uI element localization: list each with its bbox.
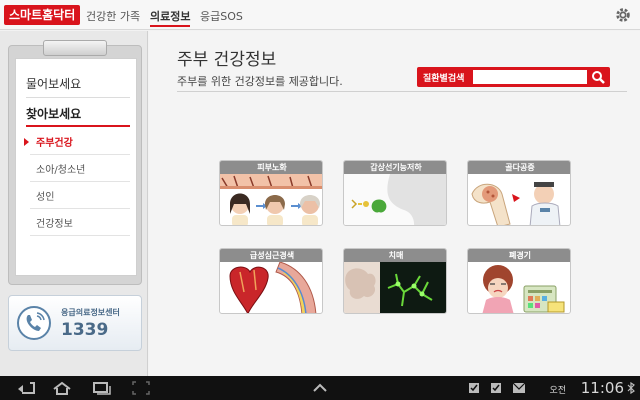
submenu-divider [30, 208, 130, 209]
search-input[interactable] [473, 70, 587, 84]
submenu-divider [30, 154, 130, 155]
menu-active-underline [26, 125, 130, 127]
brand-logo[interactable]: 스마트홈닥터 [4, 5, 81, 25]
card-hypothyroidism[interactable]: 갑상선기능저하 [343, 160, 447, 226]
nav-medical-info[interactable]: 의료정보 [150, 8, 191, 27]
page-subtitle: 주부를 위한 건강정보를 제공합니다. [177, 75, 343, 88]
card-dementia[interactable]: 치매 [343, 248, 447, 314]
notification-check-icon [491, 383, 501, 393]
chevron-up-icon[interactable] [312, 382, 328, 394]
card-title: 치매 [344, 249, 446, 262]
screenshot-icon[interactable] [132, 381, 150, 395]
menu-clipboard: 물어보세요 찾아보세요 주부건강 소아/청소년 성인 건강정보 [8, 40, 142, 285]
thyroid-illustration [344, 174, 446, 225]
submenu-adults[interactable]: 성인 [36, 188, 54, 203]
emergency-hotline[interactable]: 응급의료정보센터 1339 [8, 295, 142, 351]
hotline-label: 응급의료정보센터 [61, 308, 120, 317]
top-navigation: 스마트홈닥터 건강한 가족 의료정보 응급SOS [0, 0, 640, 30]
submenu-kids-teens[interactable]: 소아/청소년 [36, 161, 85, 176]
mail-icon [512, 382, 526, 393]
time-period: 오전 [549, 386, 566, 396]
card-skin-aging[interactable]: 피부노화 [219, 160, 323, 226]
clip-decoration [43, 40, 107, 56]
card-osteoporosis[interactable]: 골다공증 [467, 160, 571, 226]
page-title: 주부 건강정보 [177, 50, 277, 70]
submenu-housewife-health[interactable]: 주부건강 [36, 134, 73, 149]
search-label: 질환별검색 [423, 74, 465, 84]
submenu-divider [30, 181, 130, 182]
menu-ask[interactable]: 물어보세요 [26, 75, 81, 92]
menu-search[interactable]: 찾아보세요 [26, 105, 81, 122]
card-title: 급성심근경색 [220, 249, 322, 262]
submenu-health-info[interactable]: 건강정보 [36, 215, 73, 230]
card-title: 갑상선기능저하 [344, 161, 446, 174]
system-navigation-bar: 오전 11:06 [0, 376, 640, 400]
card-title: 폐경기 [468, 249, 570, 262]
phone-icon [17, 306, 51, 340]
title-divider [177, 91, 627, 92]
card-myocardial-infarction[interactable]: 급성심근경색 [219, 248, 323, 314]
nav-emergency-sos[interactable]: 응급SOS [200, 8, 243, 24]
sidebar: 물어보세요 찾아보세요 주부건강 소아/청소년 성인 건강정보 응급의료정보센터… [0, 31, 148, 376]
active-arrow-icon [24, 138, 29, 146]
card-title: 피부노화 [220, 161, 322, 174]
disease-search: 질환별검색 [417, 67, 610, 87]
nav-healthy-family[interactable]: 건강한 가족 [86, 8, 140, 24]
menu-divider [26, 97, 130, 98]
main-content: 주부 건강정보 주부를 위한 건강정보를 제공합니다. 질환별검색 피부노화 갑… [149, 31, 640, 376]
home-icon[interactable] [52, 381, 72, 395]
osteoporosis-illustration [471, 182, 561, 225]
clock: 11:06 [580, 379, 624, 397]
heart-illustration [229, 262, 317, 313]
back-icon[interactable] [16, 381, 36, 395]
menopause-illustration [482, 265, 565, 313]
submenu-divider [30, 235, 130, 236]
recent-apps-icon[interactable] [92, 381, 112, 395]
dementia-illustration [344, 262, 446, 313]
card-title: 골다공증 [468, 161, 570, 174]
gear-icon[interactable] [614, 6, 632, 24]
bluetooth-icon [627, 382, 635, 394]
menu-panel: 물어보세요 찾아보세요 주부건강 소아/청소년 성인 건강정보 [15, 58, 137, 276]
search-icon[interactable] [590, 69, 607, 85]
skin-aging-illustration [220, 174, 322, 225]
notification-check-icon [469, 383, 479, 393]
card-menopause[interactable]: 폐경기 [467, 248, 571, 314]
hotline-number: 1339 [61, 320, 109, 340]
